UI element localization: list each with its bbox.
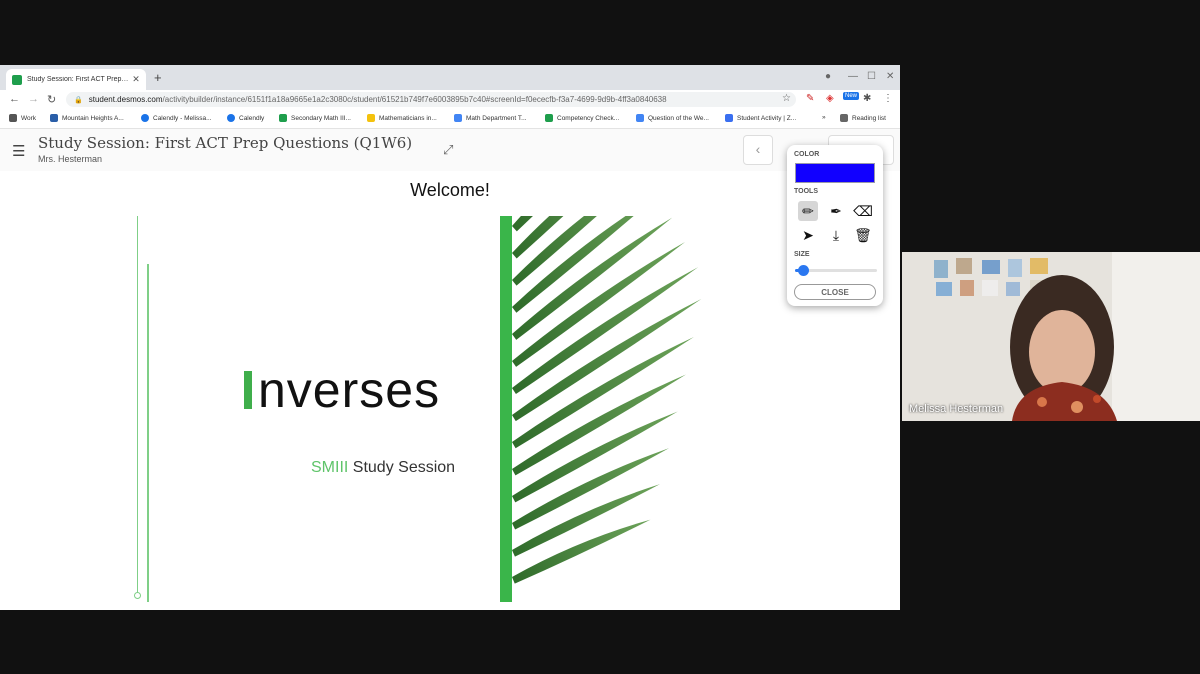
decorative-dot [134,592,141,599]
extension-icon[interactable]: ◈ [826,93,834,104]
url-host: student.desmos.com [88,95,163,104]
title-accent-bar [244,371,252,409]
sheets-icon [545,114,553,122]
address-bar-row: ← → ↻ 🔒 student.desmos.com /activitybuil… [0,90,900,110]
palm-leaflet [512,337,694,449]
reading-list[interactable]: Reading list [840,114,886,122]
activity-title: Study Session: First ACT Prep Questions … [38,134,413,152]
bookmark-icon [50,114,58,122]
green-strip [500,216,512,602]
close-window-icon[interactable]: ✕ [886,71,894,82]
subtitle-accent: SMIII [311,459,349,476]
subtitle-text: Study Session [348,459,456,476]
docs-icon [636,114,644,122]
download-icon[interactable]: ⤓ [826,225,846,245]
trash-icon[interactable]: 🗑 [853,225,873,245]
tools-label: TOOLS [794,188,818,195]
palm-leaflet [512,519,651,584]
slide-title-text: nverses [258,362,441,418]
lock-icon: 🔒 [74,96,83,104]
lightning-icon [725,114,733,122]
bookmark-mathematicians[interactable]: Mathematicians in... [367,114,437,122]
tab-strip: Study Session: First ACT Prep Q... ✕ + ●… [0,65,900,90]
sheets-icon [279,114,287,122]
tab-desmos[interactable]: Study Session: First ACT Prep Q... ✕ [6,69,146,90]
reading-list-icon [840,114,848,122]
slides-icon [367,114,375,122]
bookmark-math-department[interactable]: Math Department T... [454,114,527,122]
menu-kebab-icon[interactable]: ⋮ [883,93,893,104]
bookmark-calendly[interactable]: Calendly [227,114,264,122]
profile-icon[interactable]: ● [825,71,831,82]
url-path: /activitybuilder/instance/6151f1a18a9665… [162,95,667,104]
previous-screen-button[interactable]: ‹ [743,135,773,165]
puzzle-icon[interactable]: ✱ [863,93,871,104]
pointer-icon[interactable]: ➤ [798,225,818,245]
slide-content: Welcome! nverses SMIII Study Session [0,171,900,610]
teacher-name: Mrs. Hesterman [38,154,103,164]
decorative-line [147,264,149,602]
back-icon[interactable]: ← [9,93,20,105]
maximize-icon[interactable]: ☐ [867,71,876,82]
palm-leaf-image [512,216,702,584]
minimize-icon[interactable]: — [848,71,858,82]
bookmarks-bar: Work Mountain Heights A... Calendly - Me… [0,110,900,129]
forward-icon[interactable]: → [28,93,39,105]
close-button[interactable]: CLOSE [794,284,876,300]
bookmark-calendly-melissa[interactable]: Calendly - Melissa... [141,114,212,122]
bookmark-mountain-heights[interactable]: Mountain Heights A... [50,114,124,122]
bookmark-secondary-math[interactable]: Secondary Math III... [279,114,351,122]
participant-name: Melissa Hesterman [909,403,1004,415]
new-badge[interactable]: New [843,92,860,100]
size-label: SIZE [794,251,810,258]
new-tab-icon[interactable]: + [154,70,162,85]
decorative-line [137,216,138,596]
size-slider[interactable] [795,265,877,276]
fullscreen-icon[interactable]: ⤢ [443,142,453,158]
bookmark-question-of-week[interactable]: Question of the We... [636,114,709,122]
star-icon[interactable]: ☆ [782,93,791,104]
url-field[interactable]: 🔒 student.desmos.com /activitybuilder/in… [66,92,796,107]
color-label: COLOR [794,151,820,158]
bookmark-competency-check[interactable]: Competency Check... [545,114,619,122]
video-tile: Melissa Hesterman [902,252,1200,421]
bookmarks-overflow[interactable]: » [822,114,826,121]
bookmark-student-activity[interactable]: Student Activity | Z... [725,114,796,122]
calendly-icon [141,114,149,122]
browser-window: Study Session: First ACT Prep Q... ✕ + ●… [0,65,900,610]
pencil-icon[interactable]: ✏ [798,201,818,221]
desmos-favicon-icon [12,74,22,85]
bookmark-work[interactable]: Work [9,114,36,122]
close-tab-icon[interactable]: ✕ [130,74,142,85]
hamburger-menu-icon[interactable]: ☰ [12,142,25,160]
eraser-icon[interactable]: ⌫ [853,201,873,221]
calendly-icon [227,114,235,122]
welcome-heading: Welcome! [410,180,490,200]
size-slider-handle[interactable] [798,265,810,276]
pen-extension-icon[interactable]: ✎ [806,93,814,104]
desmos-header: ☰ Study Session: First ACT Prep Question… [0,129,900,172]
reload-icon[interactable]: ↻ [47,93,56,106]
folder-icon [9,114,17,122]
tab-title: Study Session: First ACT Prep Q... [27,76,130,83]
webcam-feed [902,252,1200,421]
highlighter-icon[interactable]: ✒ [826,201,846,221]
annotation-panel: COLOR TOOLS ✏ ✒ ⌫ ➤ ⤓ 🗑 SIZE CLOSE [787,145,883,306]
docs-icon [454,114,462,122]
slide-subtitle: SMIII Study Session [311,459,455,477]
color-swatch[interactable] [795,163,875,183]
slide-title: nverses [244,361,440,419]
